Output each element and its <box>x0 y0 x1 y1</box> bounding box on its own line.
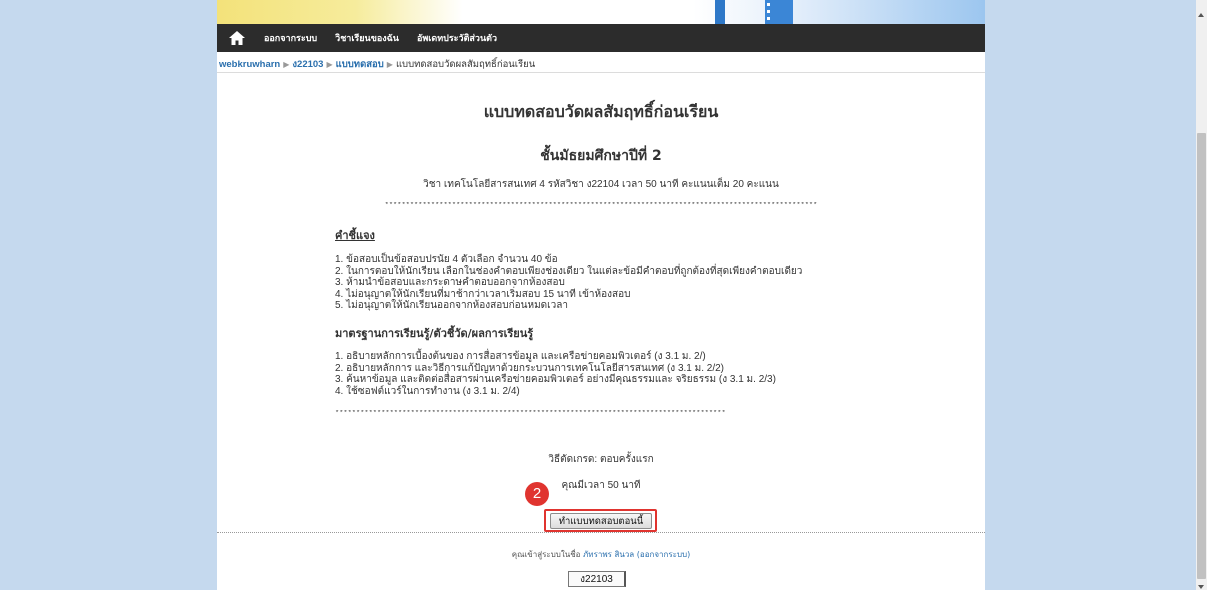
standard-item: 1. อธิบายหลักการเบื้องต้นของ การสื่อสารข… <box>335 351 706 362</box>
nav-my-courses[interactable]: วิชาเรียนของฉัน <box>335 31 399 45</box>
header-banner <box>217 0 985 24</box>
scroll-up-arrow-icon[interactable] <box>1198 13 1204 17</box>
login-prefix: คุณเข้าสู่ระบบในชื่อ <box>511 550 584 559</box>
instruction-item: 4. ไม่อนุญาตให้นักเรียนที่มาช้ากว่าเวลาเ… <box>335 288 631 300</box>
course-info: วิชา เทคโนโลยีสารสนเทศ 4 รหัสวิชา ง22104… <box>423 179 779 190</box>
banner-graphic <box>715 0 725 24</box>
page-container: ออกจากระบบ วิชาเรียนของฉัน อัพเดทประวัติ… <box>217 0 985 590</box>
instruction-item: 3. ห้ามนำข้อสอบและกระดาษคำตอบออกจากห้องส… <box>335 277 565 289</box>
breadcrumb-separator-icon: ▶ <box>326 60 333 69</box>
user-profile-link[interactable]: ภัทราพร สินวล <box>583 550 634 559</box>
vertical-scrollbar[interactable] <box>1196 0 1207 590</box>
step-marker-badge: 2 <box>525 482 549 506</box>
instruction-item: 5. ไม่อนุญาตให้นักเรียนออกจากห้องสอบก่อน… <box>335 300 568 312</box>
grade-heading: ชั้นมัธยมศึกษาปีที่ 2 <box>540 148 662 164</box>
instructions-list: 1. ข้อสอบเป็นข้อสอบปรนัย 4 ตัวเลือก จำนว… <box>335 254 802 312</box>
grading-method: วิธีตัดเกรด: ตอบครั้งแรก <box>548 454 654 465</box>
course-home-button[interactable]: ง22103 <box>568 571 626 587</box>
start-quiz-button[interactable]: ทำแบบทดสอบตอนนี้ <box>550 513 652 529</box>
nav-update-profile[interactable]: อัพเดทประวัติส่วนตัว <box>417 31 497 45</box>
login-info: คุณเข้าสู่ระบบในชื่อ ภัทราพร สินวล (ออกจ… <box>217 548 985 561</box>
scroll-down-arrow-icon[interactable] <box>1198 585 1204 589</box>
footer-divider <box>217 532 985 533</box>
separator-stars-top: ****************************************… <box>384 202 818 210</box>
breadcrumb-separator-icon: ▶ <box>283 60 290 69</box>
time-limit: คุณมีเวลา 50 นาที <box>561 480 641 491</box>
standard-item: 2. อธิบายหลักการ และวิธีการแก้ปัญหาด้วยก… <box>335 362 725 374</box>
breadcrumb-quizzes[interactable]: แบบทดสอบ <box>336 59 384 70</box>
breadcrumb-divider <box>217 72 985 73</box>
instruction-item: 1. ข้อสอบเป็นข้อสอบปรนัย 4 ตัวเลือก จำนว… <box>335 254 558 265</box>
logout-link[interactable]: (ออกจากระบบ) <box>637 550 690 559</box>
breadcrumb-current: แบบทดสอบวัดผลสัมฤทธิ์ก่อนเรียน <box>395 59 536 70</box>
banner-graphic-right <box>765 0 793 24</box>
standard-item: 4. ใช้ซอฟต์แวร์ในการทำงาน (ง 3.1 ม. 2/4) <box>335 385 520 397</box>
standard-item: 3. ค้นหาข้อมูล และติดต่อสื่อสารผ่านเครือ… <box>335 374 776 386</box>
quiz-title: แบบทดสอบวัดผลสัมฤทธิ์ก่อนเรียน <box>483 102 719 121</box>
nav-logout[interactable]: ออกจากระบบ <box>264 31 317 45</box>
breadcrumb-course[interactable]: ง22103 <box>292 59 323 70</box>
breadcrumb-site[interactable]: webkruwharn <box>219 59 280 70</box>
standards-list: 1. อธิบายหลักการเบื้องต้นของ การสื่อสารข… <box>335 351 776 397</box>
separator-stars-bottom: ****************************************… <box>335 410 726 418</box>
instruction-item: 2. ในการตอบให้นักเรียน เลือกในช่องคำตอบเ… <box>335 265 803 277</box>
breadcrumb: webkruwharn ▶ ง22103 ▶ แบบทดสอบ ▶ แบบทดสอบวัดผ… <box>219 57 535 72</box>
standards-heading: มาตรฐานการเรียนรู้/ตัวชี้วัด/ผลการเรียนร… <box>335 327 534 340</box>
scrollbar-thumb[interactable] <box>1197 133 1206 579</box>
breadcrumb-separator-icon: ▶ <box>386 60 393 69</box>
instructions-heading: คำชี้แจง <box>335 229 375 242</box>
top-navbar: ออกจากระบบ วิชาเรียนของฉัน อัพเดทประวัติ… <box>217 24 985 52</box>
home-icon[interactable] <box>228 29 246 47</box>
